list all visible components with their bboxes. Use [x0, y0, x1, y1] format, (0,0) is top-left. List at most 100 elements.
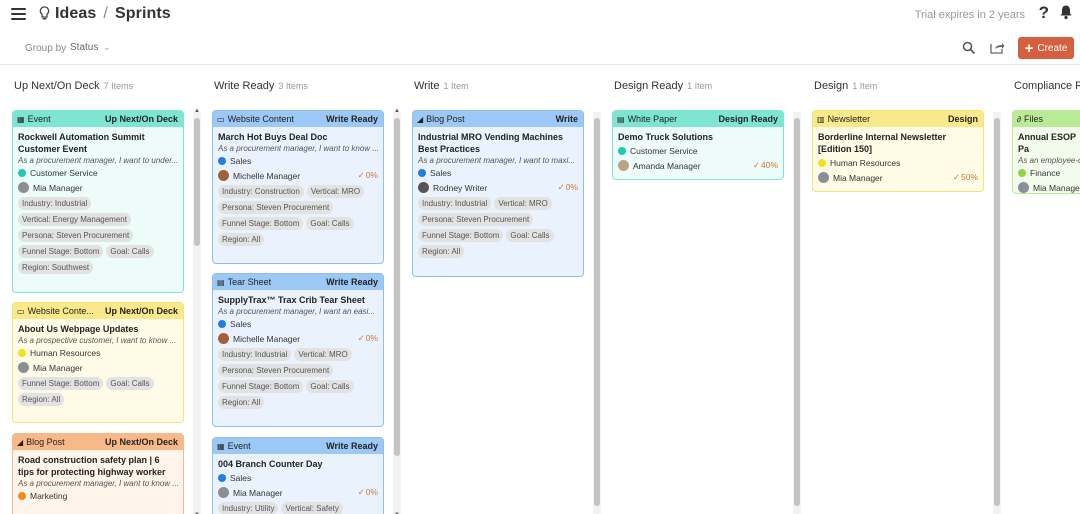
progress-percent: ✓0% — [357, 333, 378, 343]
group-by-select[interactable]: Status — [70, 42, 98, 53]
create-label: Create — [1037, 42, 1068, 54]
tag: Funnel Stage: Bottom — [218, 217, 304, 230]
column-header-design-ready: Design Ready 1 Item — [614, 80, 713, 92]
avatar — [218, 170, 229, 181]
top-bar: Ideas / Sprints Trial expires in 2 years ? — [0, 0, 1080, 30]
card-title[interactable]: Annual ESOP Pa — [1018, 131, 1080, 155]
tag: Goal: Calls — [506, 229, 554, 242]
avatar — [18, 362, 29, 373]
tag: Region: Southwest — [18, 261, 94, 274]
tag: Region: All — [218, 233, 265, 246]
breadcrumb-ideas[interactable]: Ideas — [55, 5, 96, 22]
kanban-card[interactable]: ▦ Event Up Next/On Deck Rockwell Automati… — [12, 110, 184, 293]
card-title[interactable]: 004 Branch Counter Day — [218, 458, 378, 470]
tag: Vertical: Energy Management — [18, 213, 131, 226]
tag: Industry: Construction — [218, 185, 304, 198]
progress-percent: ✓0% — [357, 487, 378, 497]
tag-list: Industry: Industrial Vertical: MRO Perso… — [218, 348, 378, 409]
column-header-write: Write 1 Item — [414, 80, 469, 92]
scrollbar[interactable]: ▲ ▼ — [193, 108, 201, 514]
menu-icon[interactable] — [11, 8, 26, 20]
rss-icon: ◢ — [417, 114, 424, 124]
kanban-card[interactable]: ▤ White Paper Design Ready Demo Truck Sol… — [612, 110, 784, 180]
tag: Persona: Steven Procurement — [18, 229, 134, 242]
department: Marketing — [18, 491, 178, 501]
card-header: ▥ Newsletter Design — [813, 111, 983, 127]
tag-list: Industry: Construction Vertical: MRO Per… — [218, 185, 378, 246]
tag: Region: All — [18, 393, 65, 406]
bell-icon[interactable] — [1059, 4, 1073, 20]
card-title[interactable]: Industrial MRO Vending Machines Best Pra… — [418, 131, 578, 155]
card-title[interactable]: Borderline Internal Newsletter [Edition … — [818, 131, 978, 155]
department: Sales — [218, 473, 378, 483]
tag: Persona: Steven Procurement — [218, 364, 334, 377]
create-button[interactable]: + Create — [1018, 37, 1074, 59]
card-description: As a procurement manager, I want to know… — [18, 479, 178, 488]
calendar-icon: ▦ — [17, 114, 25, 124]
card-description: As a procurement manager, I want an easi… — [218, 307, 375, 316]
scrollbar[interactable] — [993, 112, 1001, 514]
kanban-card[interactable]: ▤ Tear Sheet Write Ready SupplyTrax™ Trax… — [212, 273, 384, 427]
newspaper-icon: ▥ — [817, 114, 825, 124]
kanban-card[interactable]: ▭ Website Content Write Ready March Hot B… — [212, 110, 384, 264]
kanban-card[interactable]: ◢ Blog Post Write Industrial MRO Vending … — [412, 110, 584, 277]
progress-percent: ✓0% — [557, 182, 578, 192]
tag: Funnel Stage: Bottom — [18, 245, 104, 258]
card-header: ▭ Website Conte... Up Next/On Deck — [13, 303, 183, 319]
tag-list: Industry: Utility Vertical: Safety — [218, 502, 378, 514]
card-header: ◢ Blog Post Up Next/On Deck — [13, 434, 183, 450]
kanban-card[interactable]: ▭ Website Conte... Up Next/On Deck About … — [12, 302, 184, 423]
card-title[interactable]: Demo Truck Solutions — [618, 131, 778, 143]
card-header: ▦ Event Write Ready — [213, 438, 383, 454]
tag: Goal: Calls — [106, 377, 154, 390]
owner: Mia Manager ✓50% — [818, 172, 978, 183]
tag: Industry: Industrial — [18, 197, 92, 210]
department: Customer Service — [18, 168, 178, 178]
tag: Region: All — [218, 396, 265, 409]
progress-percent: ✓0% — [357, 170, 378, 180]
share-icon[interactable] — [990, 41, 1005, 54]
owner: Mia Manager — [18, 182, 178, 193]
breadcrumb-sprints: Sprints — [114, 5, 171, 22]
paperclip-icon: ∂ — [1017, 114, 1021, 124]
kanban-card[interactable]: ∂ Files Annual ESOP Pa As an employee-o F… — [1012, 110, 1080, 194]
tag: Goal: Calls — [306, 217, 354, 230]
avatar — [218, 487, 229, 498]
card-title[interactable]: SupplyTrax™ Trax Crib Tear Sheet — [218, 294, 378, 306]
help-icon[interactable]: ? — [1039, 3, 1049, 23]
owner: Michelle Manager ✓0% — [218, 333, 378, 344]
card-description: As an employee-o — [1018, 156, 1080, 165]
tag: Industry: Industrial — [218, 348, 292, 361]
document-icon: ▤ — [617, 114, 625, 124]
owner: Mia Manager ✓0% — [218, 487, 378, 498]
card-description: As a procurement manager, I want to maxi… — [418, 156, 575, 165]
scrollbar[interactable] — [793, 112, 801, 514]
kanban-card[interactable]: ▦ Event Write Ready 004 Branch Counter Da… — [212, 437, 384, 514]
tag: Industry: Industrial — [418, 197, 492, 210]
department: Sales — [418, 168, 578, 178]
rss-icon: ◢ — [17, 437, 24, 447]
chevron-down-icon[interactable]: ⌄ — [103, 42, 111, 53]
kanban-card[interactable]: ▥ Newsletter Design Borderline Internal N… — [812, 110, 984, 192]
scrollbar[interactable]: ▲ ▼ — [393, 108, 401, 514]
search-icon[interactable] — [962, 41, 976, 55]
department: Human Resources — [18, 348, 178, 358]
kanban-card[interactable]: ◢ Blog Post Up Next/On Deck Road construc… — [12, 433, 184, 514]
plus-icon: + — [1024, 39, 1034, 57]
owner: Michelle Manager ✓0% — [218, 170, 378, 181]
card-header: ∂ Files — [1013, 111, 1080, 127]
card-title[interactable]: Rockwell Automation Summit Customer Even… — [18, 131, 178, 155]
card-title[interactable]: Road construction safety plan | 6 tips f… — [18, 454, 178, 478]
card-title[interactable]: About Us Webpage Updates — [18, 323, 178, 335]
card-title[interactable]: March Hot Buys Deal Doc — [218, 131, 378, 143]
tag-list: Industry: Industrial Vertical: Energy Ma… — [18, 197, 178, 274]
avatar — [1018, 182, 1029, 193]
department: Sales — [218, 319, 378, 329]
card-header: ▤ Tear Sheet Write Ready — [213, 274, 383, 290]
tag: Industry: Utility — [218, 502, 279, 514]
department: Sales — [218, 156, 378, 166]
tag: Vertical: MRO — [294, 348, 352, 361]
avatar — [618, 160, 629, 171]
avatar — [18, 182, 29, 193]
scrollbar[interactable] — [593, 112, 601, 514]
